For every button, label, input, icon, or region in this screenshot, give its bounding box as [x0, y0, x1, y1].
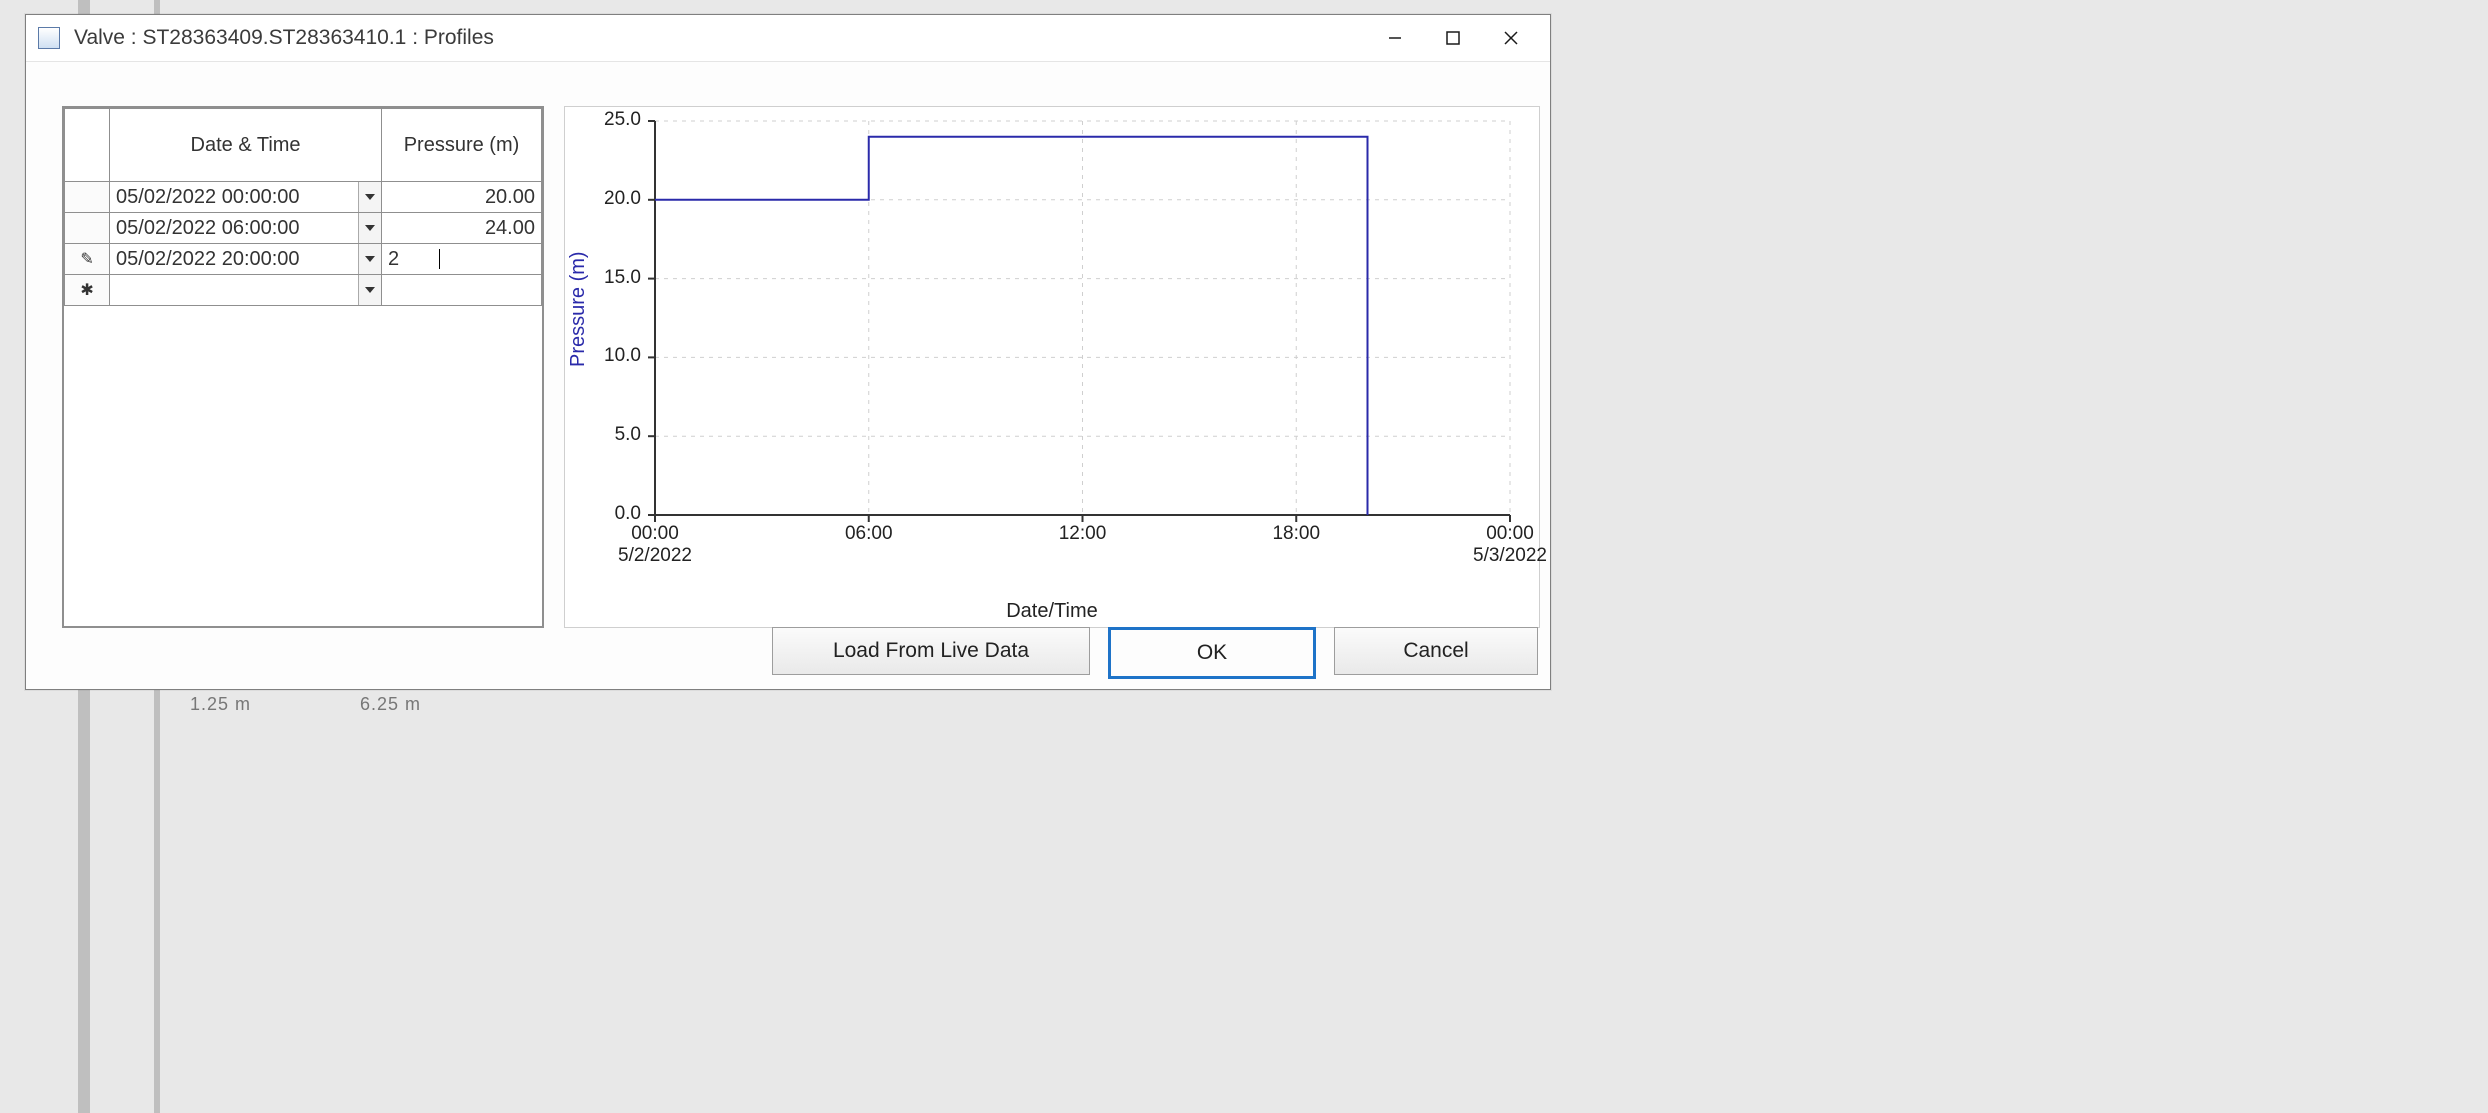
- y-tick-label: 25.0: [581, 109, 641, 131]
- datetime-cell[interactable]: 05/02/2022 00:00:00: [110, 182, 382, 213]
- maximize-button[interactable]: [1424, 16, 1482, 60]
- titlebar[interactable]: Valve : ST28363409.ST28363410.1 : Profil…: [26, 15, 1550, 62]
- row-marker[interactable]: [65, 182, 110, 213]
- pressure-cell[interactable]: 24.00: [382, 213, 542, 244]
- pressure-cell-editing[interactable]: 2: [382, 244, 542, 275]
- pressure-cell[interactable]: [382, 275, 542, 306]
- x-tick-label: 06:00: [809, 523, 929, 545]
- load-from-live-data-button[interactable]: Load From Live Data: [772, 627, 1090, 675]
- x-tick-label: 18:00: [1236, 523, 1356, 545]
- datetime-value: 05/02/2022 00:00:00: [116, 186, 300, 208]
- profile-chart: Pressure (m) Date/Time 0.05.010.015.020.…: [564, 106, 1540, 628]
- datetime-cell[interactable]: [110, 275, 382, 306]
- datetime-cell[interactable]: 05/02/2022 06:00:00: [110, 213, 382, 244]
- profile-grid[interactable]: Date & Time Pressure (m) 05/02/2022 00:0…: [62, 106, 544, 628]
- pressure-cell[interactable]: 20.00: [382, 182, 542, 213]
- minimize-button[interactable]: [1366, 16, 1424, 60]
- y-tick-label: 10.0: [581, 345, 641, 367]
- x-axis-label: Date/Time: [565, 600, 1539, 623]
- background-text: 1.25 m: [190, 694, 251, 715]
- table-row-new[interactable]: ✱: [65, 275, 542, 306]
- row-marker-editing[interactable]: ✎: [65, 244, 110, 275]
- dropdown-icon[interactable]: [358, 182, 381, 212]
- table-row[interactable]: 05/02/2022 06:00:00 24.00: [65, 213, 542, 244]
- datetime-cell[interactable]: 05/02/2022 20:00:00: [110, 244, 382, 275]
- datetime-value: 05/02/2022 20:00:00: [116, 248, 300, 270]
- y-tick-label: 15.0: [581, 267, 641, 289]
- table-row[interactable]: ✎ 05/02/2022 20:00:00 2: [65, 244, 542, 275]
- dropdown-icon[interactable]: [358, 275, 381, 305]
- dropdown-icon[interactable]: [358, 244, 381, 274]
- table-row[interactable]: 05/02/2022 00:00:00 20.00: [65, 182, 542, 213]
- row-marker-new[interactable]: ✱: [65, 275, 110, 306]
- dropdown-icon[interactable]: [358, 213, 381, 243]
- profiles-dialog: Valve : ST28363409.ST28363410.1 : Profil…: [25, 14, 1551, 690]
- y-tick-label: 5.0: [581, 424, 641, 446]
- column-header-pressure[interactable]: Pressure (m): [382, 109, 542, 182]
- column-header-datetime[interactable]: Date & Time: [110, 109, 382, 182]
- ok-button[interactable]: OK: [1108, 627, 1316, 679]
- window-title: Valve : ST28363409.ST28363410.1 : Profil…: [74, 26, 494, 50]
- text-cursor-icon: [439, 249, 440, 269]
- grid-corner[interactable]: [65, 109, 110, 182]
- y-tick-label: 0.0: [581, 503, 641, 525]
- cancel-button[interactable]: Cancel: [1334, 627, 1538, 675]
- x-tick-label: 00:005/2/2022: [595, 523, 715, 567]
- pressure-value: 2: [388, 248, 399, 270]
- row-marker[interactable]: [65, 213, 110, 244]
- app-icon: [38, 27, 60, 49]
- close-button[interactable]: [1482, 16, 1540, 60]
- x-tick-label: 00:005/3/2022: [1450, 523, 1570, 567]
- y-tick-label: 20.0: [581, 188, 641, 210]
- background-text: 6.25 m: [360, 694, 421, 715]
- x-tick-label: 12:00: [1023, 523, 1143, 545]
- datetime-value: 05/02/2022 06:00:00: [116, 217, 300, 239]
